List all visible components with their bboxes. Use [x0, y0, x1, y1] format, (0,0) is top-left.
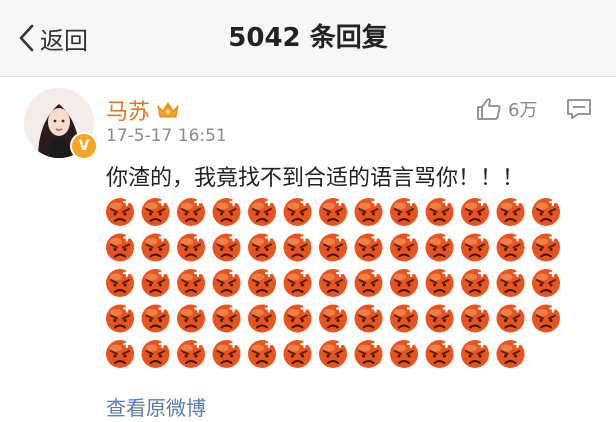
- angry-face-icon: [248, 233, 276, 262]
- angry-face-icon: [212, 197, 241, 226]
- comment-icon: [567, 99, 591, 119]
- angry-face-icon: [461, 233, 489, 262]
- angry-face-icon: [212, 339, 241, 368]
- angry-face-icon: [461, 304, 489, 333]
- angry-face-icon: [496, 268, 525, 297]
- angry-face-icon: [496, 197, 525, 226]
- angry-face-icon: [532, 268, 560, 297]
- angry-face-icon: [283, 233, 312, 262]
- angry-face-icon: [390, 339, 418, 368]
- angry-face-icon: [141, 197, 170, 226]
- like-count: 6万: [508, 100, 538, 121]
- angry-face-icon: [212, 233, 241, 262]
- angry-face-icon: [319, 197, 347, 226]
- view-original-link[interactable]: 查看原微博: [106, 392, 206, 421]
- nav-bar: 返回 5042 条回复: [0, 0, 616, 77]
- angry-face-icon: [425, 339, 454, 368]
- angry-face-icon: [390, 268, 418, 297]
- angry-face-icon: [106, 304, 134, 333]
- angry-face-icon: [248, 339, 276, 368]
- angry-face-icon: [425, 197, 454, 226]
- angry-face-icon: [461, 268, 489, 297]
- angry-face-icon: [177, 197, 205, 226]
- angry-face-icon: [141, 268, 170, 297]
- angry-face-icon: [141, 304, 170, 333]
- angry-face-icon: [106, 197, 134, 226]
- angry-face-icon: [390, 197, 418, 226]
- angry-face-icon: [248, 197, 276, 226]
- comment-text: 你渣的，我竟找不到合适的语言骂你！！！: [106, 166, 525, 191]
- angry-face-icon: [390, 304, 418, 333]
- angry-face-icon: [248, 268, 276, 297]
- emoji-grid-canvas: [106, 197, 560, 368]
- angry-face-icon: [141, 233, 170, 262]
- angry-face-icon: [354, 268, 383, 297]
- angry-face-icon: [461, 197, 489, 226]
- emoji-grid: [104, 196, 574, 368]
- angry-face-icon: [425, 304, 454, 333]
- angry-face-icon: [177, 233, 205, 262]
- angry-face-icon: [425, 233, 454, 262]
- angry-face-icon: [177, 304, 205, 333]
- angry-face-icon: [177, 339, 205, 368]
- angry-face-icon: [319, 339, 347, 368]
- angry-face-icon: [319, 268, 347, 297]
- angry-face-icon: [283, 268, 312, 297]
- angry-face-icon: [106, 268, 134, 297]
- angry-face-icon: [390, 233, 418, 262]
- angry-face-icon: [106, 233, 134, 262]
- crown-icon: [157, 102, 179, 118]
- thumbs-up-icon: [477, 98, 501, 120]
- angry-face-icon: [354, 233, 383, 262]
- angry-face-icon: [496, 233, 525, 262]
- angry-face-icon: [212, 304, 241, 333]
- angry-face-icon: [177, 268, 205, 297]
- angry-face-icon: [283, 197, 312, 226]
- username-label: 马苏: [106, 100, 151, 125]
- angry-face-icon: [532, 304, 560, 333]
- angry-face-icon: [354, 304, 383, 333]
- angry-face-icon: [354, 197, 383, 226]
- angry-face-icon: [212, 268, 241, 297]
- angry-face-icon: [461, 339, 489, 368]
- angry-face-icon: [141, 339, 170, 368]
- angry-face-icon: [354, 339, 383, 368]
- angry-face-icon: [283, 339, 312, 368]
- like-button[interactable]: 6万: [476, 96, 537, 122]
- angry-face-icon: [425, 268, 454, 297]
- angry-face-icon: [319, 233, 347, 262]
- angry-face-icon: [496, 304, 525, 333]
- timestamp: 17-5-17 16:51: [106, 126, 227, 146]
- page-title: 5042 条回复: [228, 23, 388, 53]
- verified-badge: V: [70, 132, 98, 160]
- angry-face-icon: [496, 339, 525, 368]
- angry-face-icon: [319, 304, 347, 333]
- angry-face-icon: [106, 339, 134, 368]
- angry-face-icon: [248, 304, 276, 333]
- angry-face-icon: [532, 197, 560, 226]
- angry-face-icon: [532, 233, 560, 262]
- comment-button[interactable]: [566, 98, 592, 124]
- username[interactable]: 马苏: [106, 94, 180, 126]
- angry-face-icon: [283, 304, 312, 333]
